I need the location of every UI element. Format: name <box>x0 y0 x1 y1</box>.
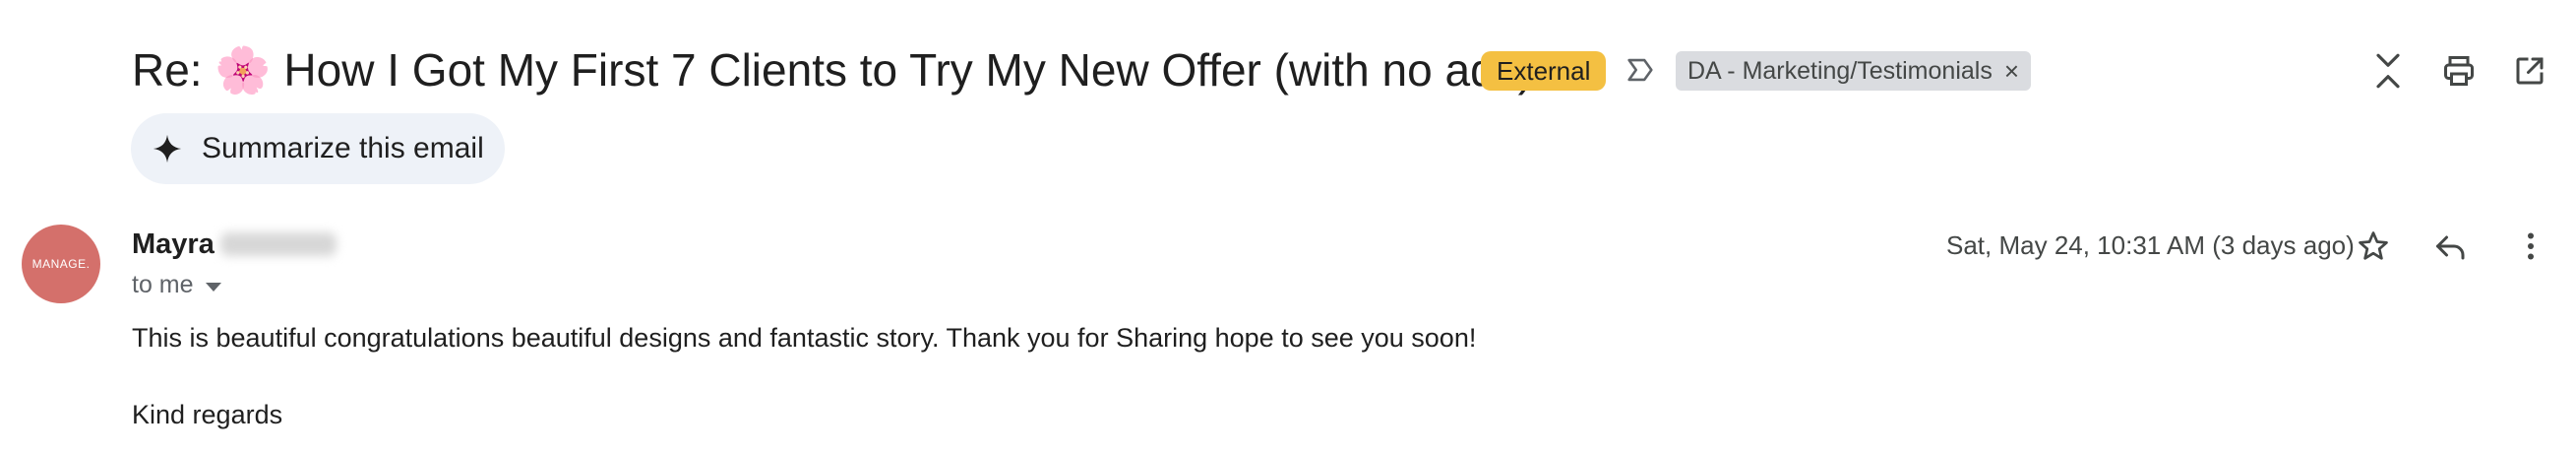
chevron-down-icon <box>205 282 221 292</box>
label-arrow-icon[interactable] <box>1624 53 1657 87</box>
remove-label-button[interactable]: × <box>2004 51 2019 91</box>
email-subject: Re: 🌸 How I Got My First 7 Clients to Tr… <box>132 44 1533 96</box>
reply-icon[interactable] <box>2427 223 2475 270</box>
email-body: This is beautiful congratulations beauti… <box>132 323 1477 353</box>
avatar[interactable]: MANAGE. <box>22 225 100 303</box>
more-vert-icon[interactable] <box>2507 223 2554 270</box>
open-in-new-window-icon[interactable] <box>2508 49 2551 93</box>
sparkle-icon <box>153 134 182 163</box>
external-badge: External <box>1481 51 1607 91</box>
star-icon[interactable] <box>2350 223 2397 270</box>
sender-name-redacted <box>220 232 337 256</box>
summarize-label: Summarize this email <box>202 132 484 164</box>
summarize-email-button[interactable]: Summarize this email <box>131 113 505 184</box>
collapse-all-icon[interactable] <box>2366 49 2410 93</box>
email-sign-off: Kind regards <box>132 400 283 429</box>
label-chip[interactable]: DA - Marketing/Testimonials × <box>1676 51 2032 91</box>
sender-name[interactable]: Mayra <box>132 228 215 261</box>
recipient-text: to me <box>132 271 194 298</box>
email-date: Sat, May 24, 10:31 AM (3 days ago) <box>1946 230 2355 260</box>
recipient-details-toggle[interactable]: to me <box>132 271 221 299</box>
label-chip-text: DA - Marketing/Testimonials <box>1687 57 1993 85</box>
print-icon[interactable] <box>2437 49 2481 93</box>
